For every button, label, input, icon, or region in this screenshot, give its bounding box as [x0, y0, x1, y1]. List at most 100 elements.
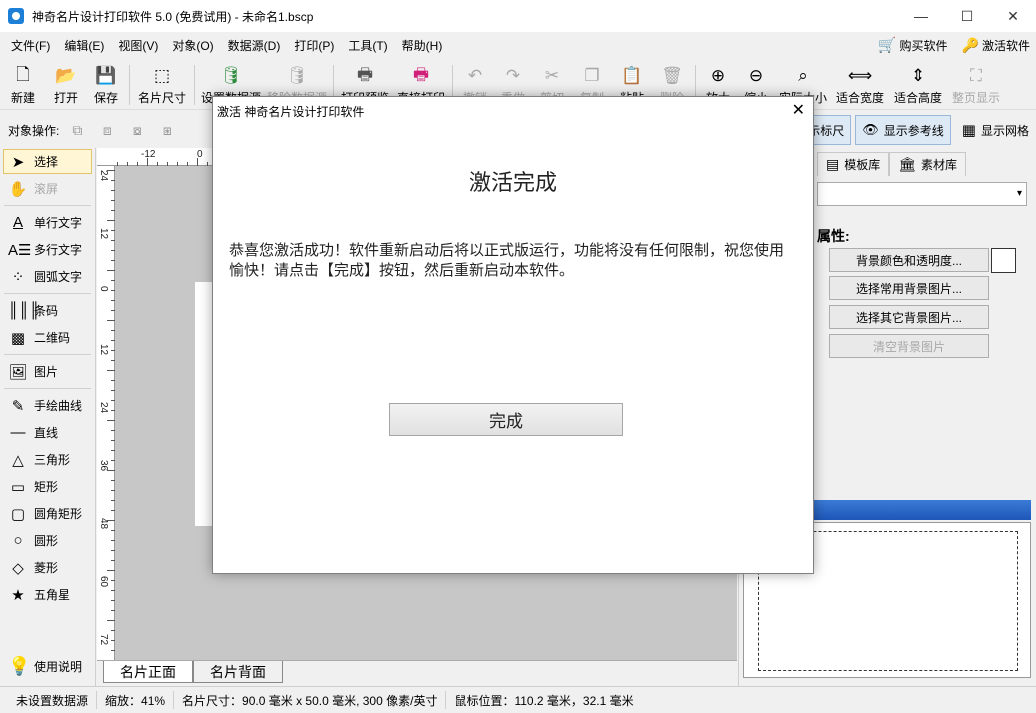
- tool-line[interactable]: — 直线: [0, 419, 95, 446]
- menu-tools[interactable]: 工具(T): [341, 37, 394, 54]
- clear-bg-image-button[interactable]: 清空背景图片: [829, 334, 989, 358]
- fit-width-button[interactable]: ⟺ 适合宽度: [831, 60, 889, 110]
- tools-separator: [4, 293, 91, 294]
- tool-arc-text[interactable]: ⁘ 圆弧文字: [0, 263, 95, 290]
- tab-card-front[interactable]: 名片正面: [103, 661, 193, 683]
- bg-color-swatch[interactable]: [991, 248, 1016, 273]
- object-select-dropdown[interactable]: ▾: [817, 182, 1027, 206]
- tool-image[interactable]: 🖼 图片: [0, 358, 95, 385]
- ruler-tick: [111, 440, 115, 441]
- ruler-label: 0: [98, 286, 109, 292]
- circle-icon: ○: [13, 532, 23, 549]
- tool-barcode[interactable]: ║║║ 条码: [0, 297, 95, 324]
- printer-icon: 🖶: [412, 64, 430, 84]
- tool-select[interactable]: ➤ 选择: [3, 149, 92, 174]
- ruler-tick: [111, 430, 115, 431]
- menu-help[interactable]: 帮助(H): [395, 37, 450, 54]
- tool-qrcode[interactable]: ▩ 二维码: [0, 324, 95, 351]
- send-backward-icon[interactable]: ⧇: [125, 119, 149, 141]
- show-guides-toggle[interactable]: 👁 显示参考线: [855, 115, 951, 145]
- minimize-button[interactable]: —: [898, 0, 944, 32]
- fit-width-icon: ⟺: [847, 66, 873, 85]
- send-back-icon[interactable]: ⧆: [155, 119, 179, 141]
- redo-icon: ↷: [505, 66, 521, 85]
- tool-rect[interactable]: ▭ 矩形: [0, 473, 95, 500]
- star-icon: ★: [11, 586, 25, 604]
- tab-card-back[interactable]: 名片背面: [193, 661, 283, 683]
- ruler-tick: [111, 450, 115, 451]
- trash-icon: 🗑: [661, 66, 683, 85]
- dialog-title: 激活 神奇名片设计打印软件: [217, 105, 365, 119]
- full-page-button[interactable]: ⛶ 整页显示: [947, 60, 1005, 110]
- full-page-icon: ⛶: [970, 66, 982, 85]
- tool-star[interactable]: ★ 五角星: [0, 581, 95, 608]
- menu-print[interactable]: 打印(P): [287, 37, 341, 54]
- ruler-tick: [111, 560, 115, 561]
- left-ruler: 24 12 0 12 24 36 48 60 72: [97, 166, 115, 660]
- menu-object[interactable]: 对象(O): [165, 37, 220, 54]
- ruler-tick: [107, 270, 115, 271]
- ruler-tick: [137, 162, 138, 166]
- menu-view[interactable]: 视图(V): [111, 37, 165, 54]
- bring-forward-icon[interactable]: ⧈: [95, 119, 119, 141]
- help-guide-button[interactable]: 💡 使用说明: [0, 653, 95, 680]
- tools-panel: ➤ 选择 ✋ 滚屏 A 单行文字 A☰ 多行文字 ⁘ 圆弧文字 ║║║ 条码 ▩…: [0, 148, 96, 686]
- ruler-tick: [111, 240, 115, 241]
- close-window-button[interactable]: ✕: [990, 0, 1036, 32]
- common-bg-image-button[interactable]: 选择常用背景图片...: [829, 276, 989, 300]
- other-bg-image-button[interactable]: 选择其它背景图片...: [829, 305, 989, 329]
- tool-multi-text[interactable]: A☰ 多行文字: [0, 236, 95, 263]
- text-icon: A: [12, 214, 23, 231]
- menu-edit[interactable]: 编辑(E): [57, 37, 111, 54]
- save-button[interactable]: 💾 保存: [86, 60, 126, 110]
- tool-triangle[interactable]: △ 三角形: [0, 446, 95, 473]
- ruler-tick: [107, 220, 115, 221]
- ruler-tick: [111, 650, 115, 651]
- menu-datasource[interactable]: 数据源(D): [221, 37, 288, 54]
- ruler-tick: [111, 580, 115, 581]
- rectangle-icon: ▭: [10, 478, 26, 496]
- status-datasource: 未设置数据源: [0, 691, 98, 709]
- new-button[interactable]: 🗋 新建: [0, 60, 46, 110]
- ruler-tick: [111, 530, 115, 531]
- menu-file[interactable]: 文件(F): [0, 37, 57, 54]
- ruler-label: 24: [98, 170, 109, 182]
- status-bar: 未设置数据源 缩放：41% 名片尺寸：90.0 毫米 x 50.0 毫米, 30…: [0, 686, 1036, 713]
- ruler-tick: [111, 540, 115, 541]
- ruler-tick: [111, 210, 115, 211]
- maximize-button[interactable]: ☐: [944, 0, 990, 32]
- tool-diamond[interactable]: ◇ 菱形: [0, 554, 95, 581]
- card-size-button[interactable]: ⬚ 名片尺寸: [133, 60, 191, 110]
- ruler-tick: [107, 170, 115, 171]
- hand-icon: ✋: [8, 180, 28, 198]
- pointer-icon: ➤: [11, 153, 25, 171]
- rounded-rectangle-icon: ▢: [10, 505, 26, 523]
- tools-separator: [4, 205, 91, 206]
- tab-material-library[interactable]: 🏛 素材库: [889, 152, 967, 176]
- ruler-tick: [197, 158, 198, 166]
- show-grid-toggle[interactable]: ▦ 显示网格: [955, 115, 1036, 145]
- museum-icon: 🏛: [898, 156, 917, 172]
- tool-single-text[interactable]: A 单行文字: [0, 209, 95, 236]
- bg-color-button[interactable]: 背景颜色和透明度...: [829, 248, 989, 272]
- activate-software-link[interactable]: 🔑 激活软件: [962, 37, 1030, 54]
- buy-software-link[interactable]: 🛒 购买软件: [878, 36, 948, 54]
- dialog-close-button[interactable]: ✕: [792, 100, 805, 120]
- ruler-tick: [111, 190, 115, 191]
- ruler-tick: [111, 250, 115, 251]
- buy-label: 购买软件: [899, 38, 948, 53]
- bring-front-icon[interactable]: ⧉: [65, 119, 89, 141]
- tool-round-rect[interactable]: ▢ 圆角矩形: [0, 500, 95, 527]
- fit-height-button[interactable]: ⇕ 适合高度: [889, 60, 947, 110]
- tool-circle[interactable]: ○ 圆形: [0, 527, 95, 554]
- ruler-tick: [111, 230, 115, 231]
- finish-button[interactable]: 完成: [389, 403, 623, 436]
- menu-bar: 文件(F) 编辑(E) 视图(V) 对象(O) 数据源(D) 打印(P) 工具(…: [0, 32, 1036, 58]
- ruler-tick: [107, 520, 115, 521]
- open-button[interactable]: 📂 打开: [46, 60, 86, 110]
- tool-freehand[interactable]: ✎ 手绘曲线: [0, 392, 95, 419]
- tab-template-library[interactable]: ▤ 模板库: [817, 152, 890, 176]
- toolbar-separator: [129, 65, 130, 105]
- tool-scroll[interactable]: ✋ 滚屏: [0, 175, 95, 202]
- cart-icon: 🛒: [877, 37, 897, 54]
